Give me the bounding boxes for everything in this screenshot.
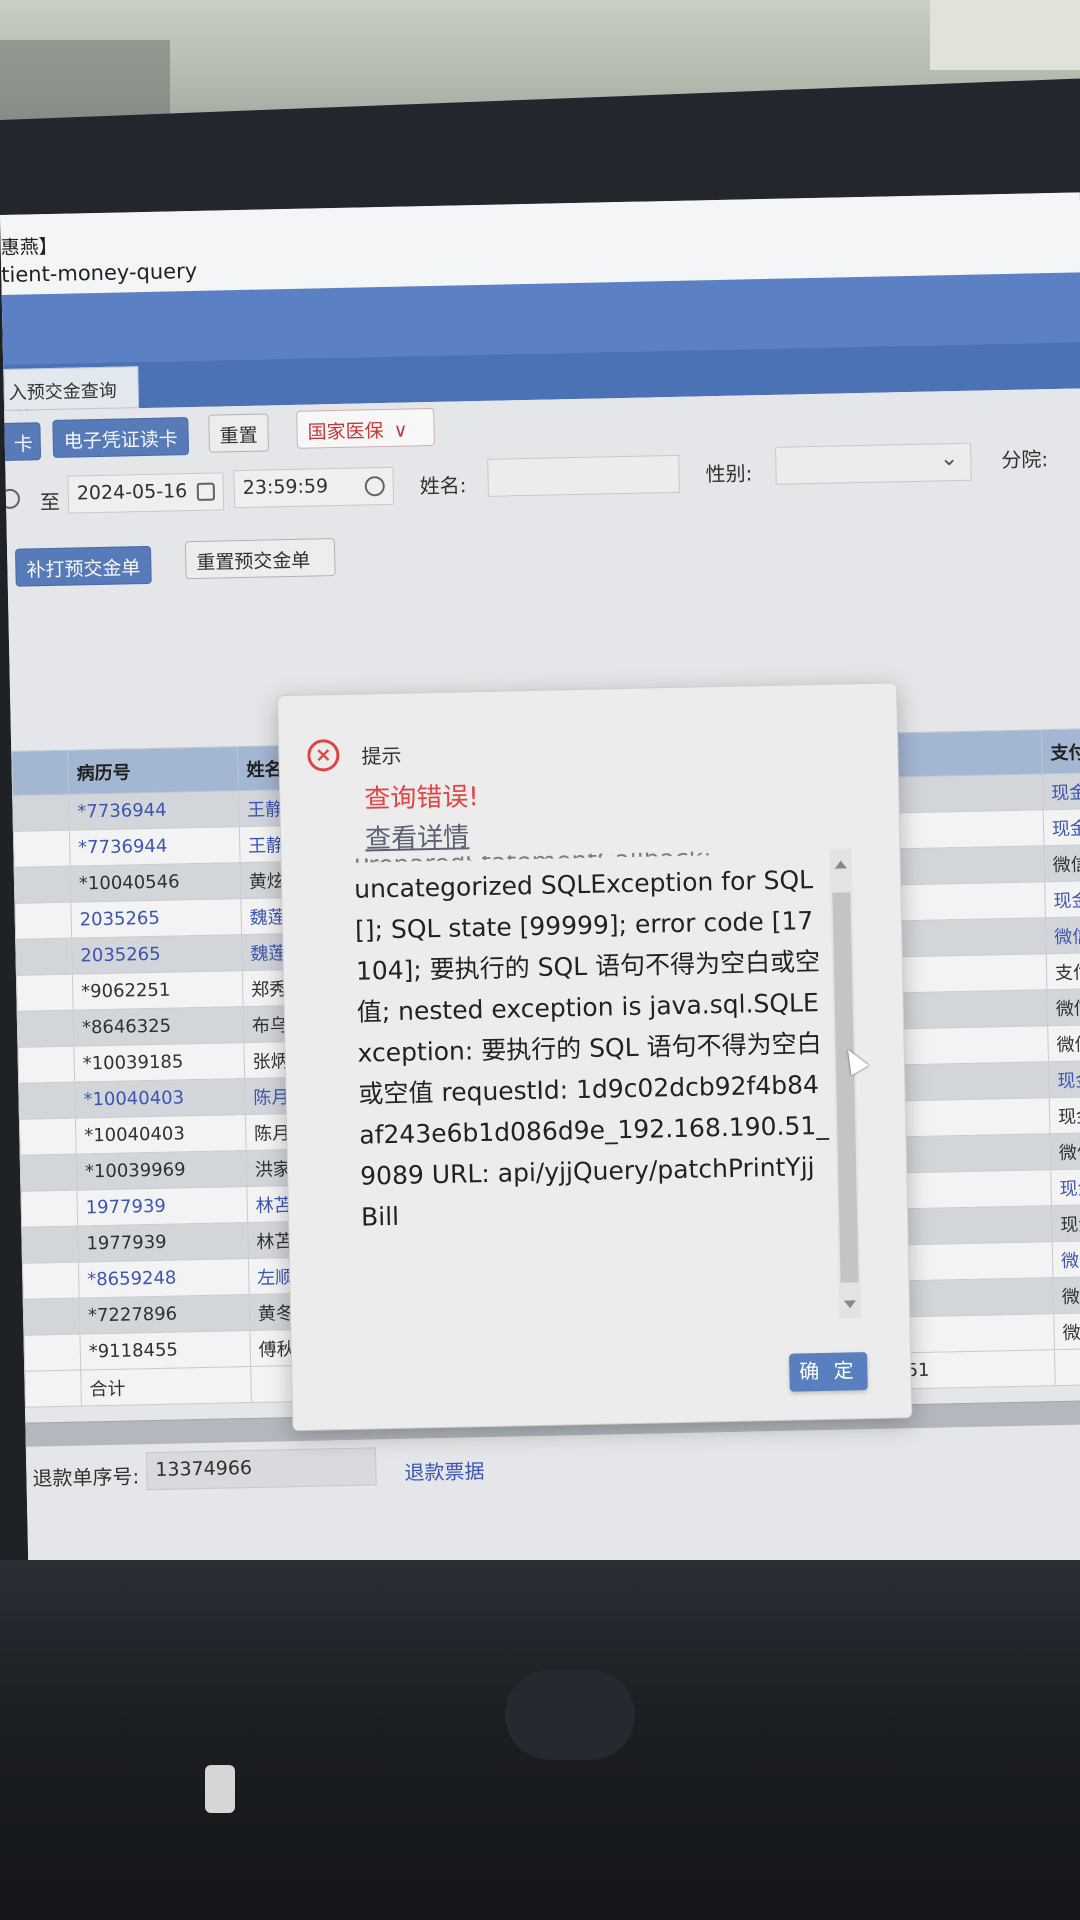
tab-label: 入预交金查询 xyxy=(8,380,117,404)
main-content: 卡 电子凭证读卡 重置 国家医保 ∨ 至 2024-05-16 23:59:59… xyxy=(0,388,1080,1595)
tab-prepay-query[interactable]: 入预交金查询× xyxy=(3,366,140,426)
ok-button[interactable]: 确 定 xyxy=(789,1352,868,1392)
scroll-thumb[interactable] xyxy=(832,892,859,1283)
detail-scrollbar[interactable] xyxy=(829,848,862,1319)
error-detail-text: uncategorized SQLException for SQL []; S… xyxy=(353,865,830,1232)
url-fragment: tient-money-query xyxy=(1,258,198,287)
error-detail-box[interactable]: PreparedStatementCallback; uncategorized… xyxy=(353,848,834,1329)
desk-object xyxy=(205,1765,235,1813)
scroll-up-icon[interactable] xyxy=(834,860,847,869)
view-details-link[interactable]: 查看详情 xyxy=(365,816,470,855)
error-message: 查询错误! xyxy=(364,782,480,815)
background-paper xyxy=(930,0,1080,70)
monitor-stand xyxy=(505,1670,635,1760)
monitor-screen: 惠燕】 tient-money-query 入预交金查询× 卡 电子凭证读卡 重… xyxy=(0,192,1080,1595)
scroll-down-icon[interactable] xyxy=(843,1300,857,1309)
window-title: 惠燕】 xyxy=(0,235,58,259)
error-dialog: × 提示 查询错误! 查看详情 PreparedStatementCallbac… xyxy=(277,682,913,1432)
error-icon: × xyxy=(307,739,340,772)
dialog-title: 提示 xyxy=(361,743,402,769)
